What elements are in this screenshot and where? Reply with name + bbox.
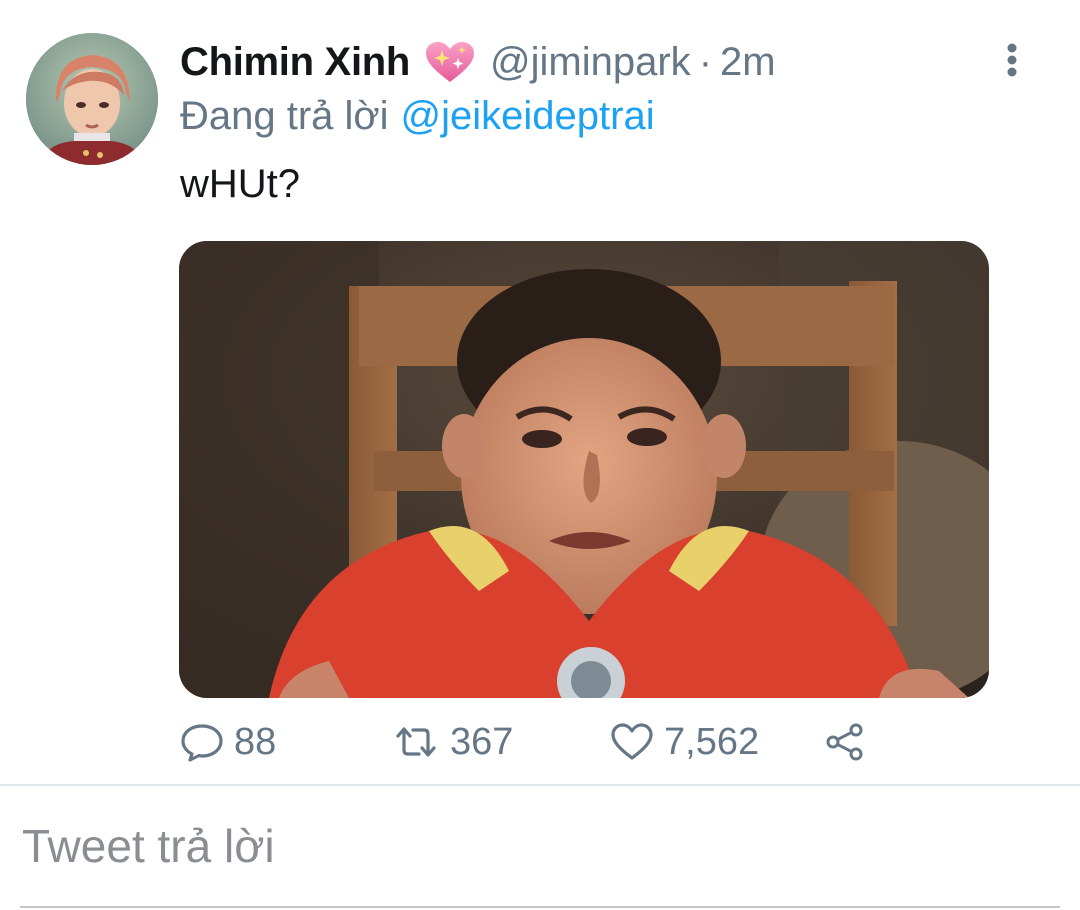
sparkling-heart-icon [424,40,476,84]
separator-dot: · [698,39,713,84]
tweet: Chimin Xinh @jiminpark · 2m Đang trả lời… [0,0,1080,785]
retweet-count: 367 [450,720,514,763]
timestamp[interactable]: 2m [720,40,776,85]
retweet-button[interactable]: 367 [392,716,513,768]
avatar-image [26,33,158,165]
like-count: 7,562 [664,720,760,763]
display-name[interactable]: Chimin Xinh [180,40,410,85]
reply-mention-link[interactable]: @jeikeideptrai [401,94,655,139]
tweet-header: Chimin Xinh @jiminpark · 2m [180,36,776,88]
handle[interactable]: @jiminpark [490,40,691,85]
replying-to-label: Đang trả lời [180,93,389,138]
reply-count: 88 [234,720,277,763]
reply-input-underline [20,906,1060,908]
avatar[interactable] [26,33,158,165]
reply-button[interactable]: 88 [180,716,276,768]
tweet-actions: 88 367 7,562 [180,716,880,768]
divider [0,784,1080,786]
replying-to: Đang trả lời @jeikeideptrai [180,92,655,140]
retweet-icon [392,722,440,762]
reply-icon [180,722,224,762]
share-icon [823,722,867,762]
share-button[interactable] [823,716,867,768]
reply-input[interactable] [22,814,1062,878]
tweet-text: wHUt? [180,162,301,206]
more-vertical-icon[interactable] [992,40,1032,80]
like-icon [610,722,654,762]
tweet-media-image[interactable] [179,241,989,698]
like-button[interactable]: 7,562 [610,716,759,768]
